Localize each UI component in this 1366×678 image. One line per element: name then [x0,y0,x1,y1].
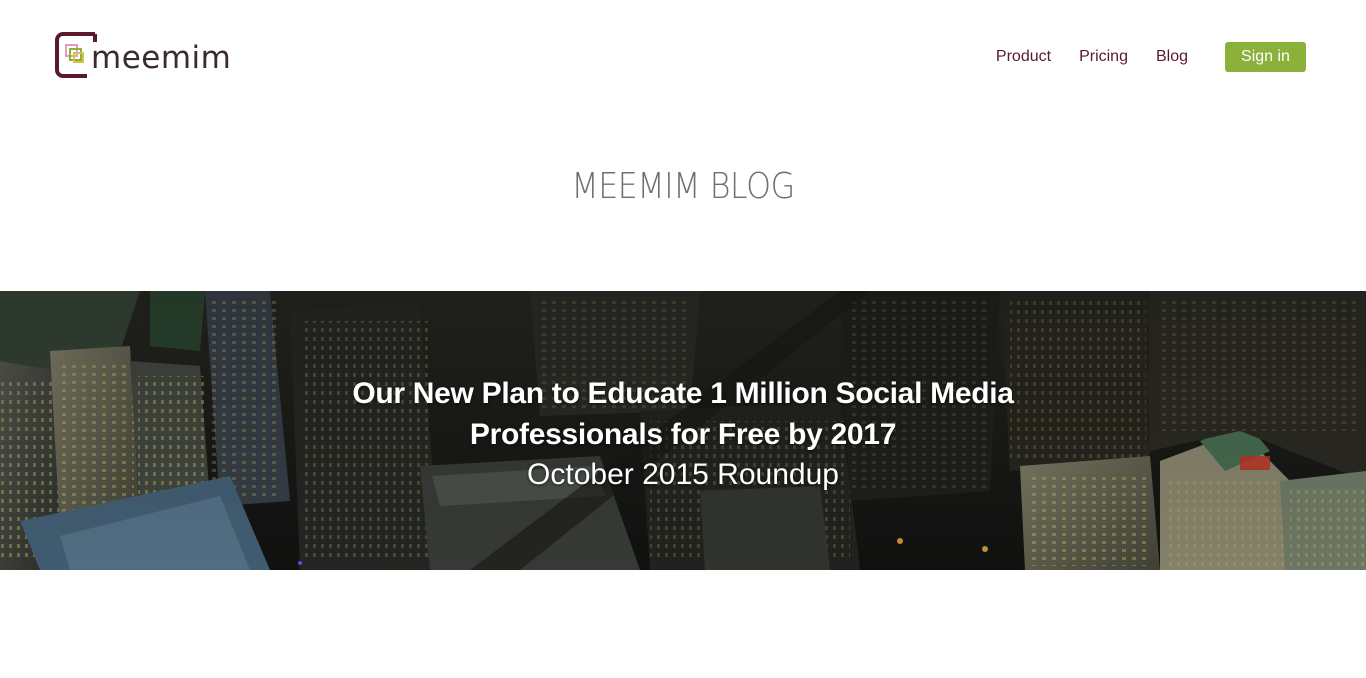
sign-in-button[interactable]: Sign in [1225,42,1306,72]
hero-banner[interactable]: Our New Plan to Educate 1 Million Social… [0,291,1366,570]
nav-blog-link[interactable]: Blog [1156,42,1188,72]
hero-subheading: October 2015 Roundup [527,457,839,491]
nav-pricing-link[interactable]: Pricing [1079,42,1128,72]
logo-wordmark: meemim [91,40,232,76]
nav-product-link[interactable]: Product [996,42,1051,72]
main-nav: Product Pricing Blog Sign in [996,42,1306,72]
meemim-logo[interactable]: meemim [55,32,245,80]
hero-text: Our New Plan to Educate 1 Million Social… [0,291,1366,570]
page-title: MEEMIM BLOG [571,166,795,207]
site-header: meemim Product Pricing Blog Sign in [0,0,1366,112]
hero-heading[interactable]: Our New Plan to Educate 1 Million Social… [333,373,1033,455]
